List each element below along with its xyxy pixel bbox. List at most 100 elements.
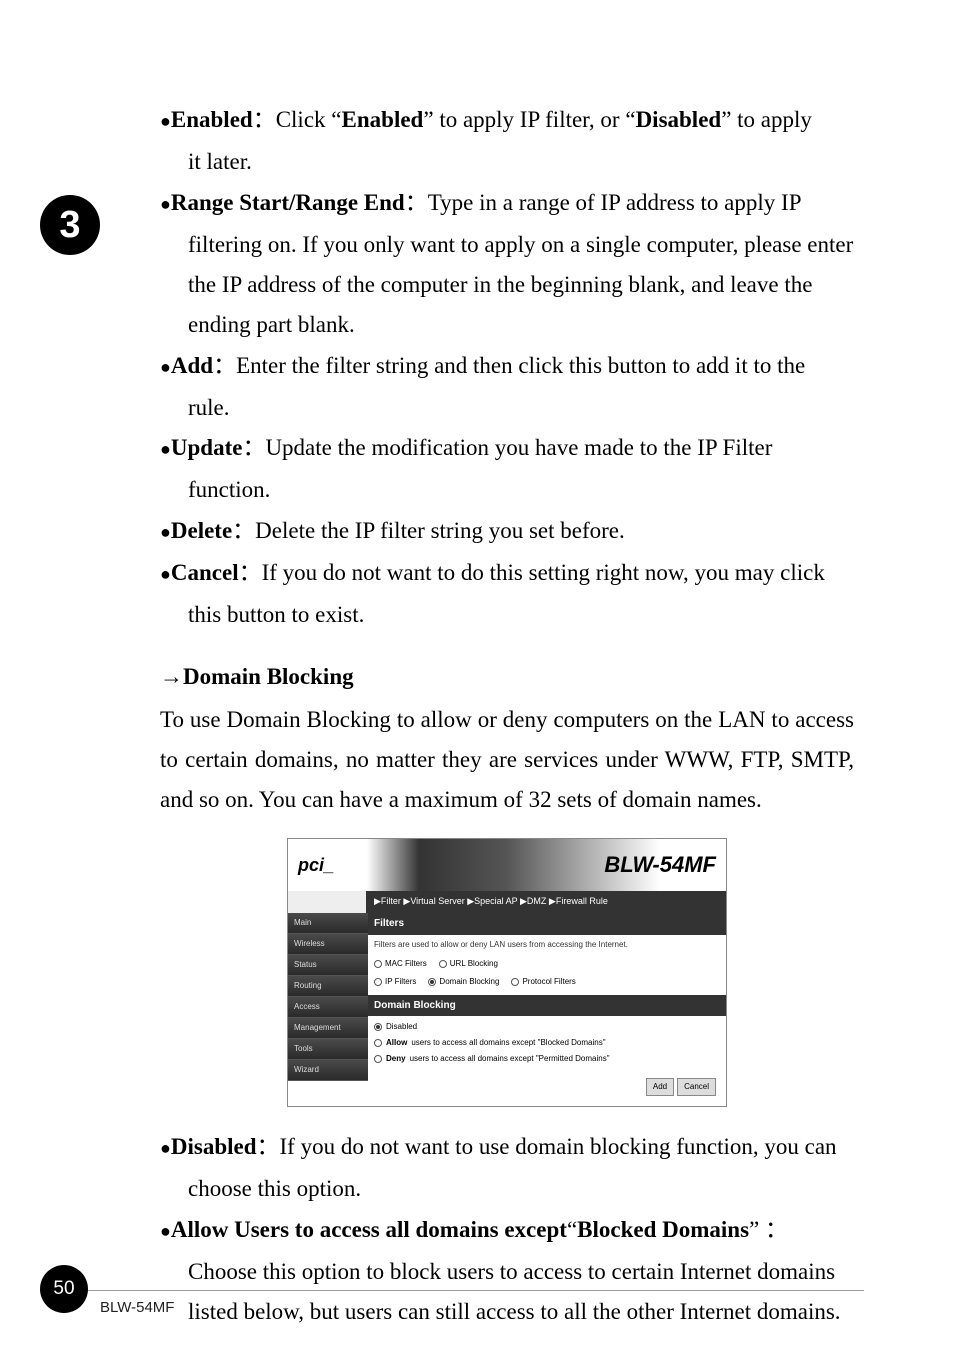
label-pre: Allow (386, 1036, 407, 1050)
page-number-badge: 50 (40, 1265, 88, 1313)
text: ：If you do not want to use domain blocki… (257, 1134, 837, 1159)
ss-radio-url[interactable]: URL Blocking (439, 957, 498, 971)
cancel-label: Cancel (171, 560, 239, 585)
bullet-disabled: ●Disabled：If you do not want to use doma… (160, 1127, 854, 1167)
label: URL Blocking (450, 957, 498, 971)
text: filtering on. If you only want to apply … (160, 225, 854, 265)
text: ：Update the modification you have made t… (242, 435, 772, 460)
label: IP Filters (385, 975, 416, 989)
page-footer: 50 (40, 1265, 88, 1313)
section-heading: Domain Blocking (183, 664, 354, 689)
ss-buttons: Add Cancel (368, 1070, 726, 1106)
ss-nav-wizard[interactable]: Wizard (288, 1060, 368, 1081)
text: function. (160, 470, 854, 510)
text: to apply (731, 107, 812, 132)
radio-icon (439, 960, 447, 968)
main-content: ●Enabled：Click “Enabled” to apply IP fil… (160, 100, 854, 1332)
label: Domain Blocking (439, 975, 499, 989)
screenshot-container: pci_ BLW-54MF ▶Filter ▶Virtual Server ▶S… (160, 838, 854, 1107)
label-pre: Deny (386, 1052, 406, 1066)
radio-icon (374, 960, 382, 968)
ss-filters-desc: Filters are used to allow or deny LAN us… (368, 935, 726, 955)
text: to apply IP filter, or (434, 107, 626, 132)
ss-radio-domain[interactable]: Domain Blocking (428, 975, 499, 989)
bullet-icon: ● (160, 564, 171, 584)
delete-label: Delete (171, 518, 232, 543)
ss-nav-wireless[interactable]: Wireless (288, 934, 368, 955)
label: Disabled (386, 1020, 417, 1034)
radio-icon (374, 1039, 382, 1047)
text: ending part blank. (160, 305, 854, 345)
label: users to access all domains except "Bloc… (411, 1036, 605, 1050)
radio-icon (428, 978, 436, 986)
ss-filters-header: Filters (368, 913, 726, 935)
chapter-badge: 3 (40, 195, 100, 255)
text: ：Delete the IP filter string you set bef… (232, 518, 625, 543)
footer-divider (88, 1290, 864, 1291)
bullet-icon: ● (160, 111, 171, 131)
allow-inner: Blocked Domains (577, 1217, 749, 1242)
text: and so on. You can have a maximum of 32 … (160, 787, 762, 812)
text: ：Click (253, 107, 332, 132)
range-label: Range Start/Range End (171, 190, 405, 215)
ss-logo: pci_ (288, 850, 358, 882)
bullet-icon: ● (160, 1138, 171, 1158)
allow-label-pre: Allow Users to access all domains except (171, 1217, 567, 1242)
bullet-range: ●Range Start/Range End：Type in a range o… (160, 183, 854, 223)
radio-icon (374, 1023, 382, 1031)
ss-nav-routing[interactable]: Routing (288, 976, 368, 997)
bullet-icon: ● (160, 357, 171, 377)
ss-nav: Main Wireless Status Routing Access Mana… (288, 913, 368, 1106)
ss-header: pci_ BLW-54MF (288, 839, 726, 891)
router-ui-screenshot: pci_ BLW-54MF ▶Filter ▶Virtual Server ▶S… (287, 838, 727, 1107)
bullet-icon: ● (160, 194, 171, 214)
bullet-icon: ● (160, 439, 171, 459)
ss-cancel-button[interactable]: Cancel (677, 1078, 716, 1096)
ss-main: Filters Filters are used to allow or den… (368, 913, 726, 1106)
bullet-delete: ●Delete：Delete the IP filter string you … (160, 511, 854, 551)
ss-add-button[interactable]: Add (646, 1078, 674, 1096)
ss-body: Main Wireless Status Routing Access Mana… (288, 913, 726, 1106)
text: listed below, but users can still access… (160, 1292, 854, 1332)
bullet-cancel: ●Cancel：If you do not want to do this se… (160, 553, 854, 593)
ss-radio-ip[interactable]: IP Filters (374, 975, 416, 989)
chapter-number: 3 (59, 204, 80, 247)
ss-blocking-header: Domain Blocking (368, 995, 726, 1017)
ss-radio-protocol[interactable]: Protocol Filters (511, 975, 575, 989)
quote-open: “ (625, 107, 635, 132)
radio-icon (511, 978, 519, 986)
ss-filter-radios-row2: IP Filters Domain Blocking Protocol Filt… (368, 973, 726, 995)
disabled-label: Disabled (171, 1134, 257, 1159)
radio-icon (374, 978, 382, 986)
footer-model: BLW-54MF (100, 1299, 174, 1316)
ss-nav-tools[interactable]: Tools (288, 1039, 368, 1060)
update-label: Update (171, 435, 243, 460)
quote-close: ” (721, 107, 731, 132)
ss-nav-status[interactable]: Status (288, 955, 368, 976)
text: this button to exist. (160, 595, 854, 635)
ss-opt-disabled[interactable]: Disabled (374, 1019, 720, 1035)
enabled-inner: Enabled (342, 107, 424, 132)
text: to certain domains, no matter they are s… (160, 747, 854, 772)
text: ：Enter the filter string and then click … (213, 353, 805, 378)
quote-open: “ (331, 107, 341, 132)
ss-nav-management[interactable]: Management (288, 1018, 368, 1039)
enabled-label: Enabled (171, 107, 253, 132)
bullet-icon: ● (160, 1221, 171, 1241)
add-label: Add (171, 353, 213, 378)
text: rule. (160, 388, 854, 428)
label: users to access all domains except "Perm… (410, 1052, 610, 1066)
text: ：If you do not want to do this setting r… (239, 560, 825, 585)
bullet-allow: ●Allow Users to access all domains excep… (160, 1210, 854, 1250)
text: choose this option. (160, 1169, 854, 1209)
ss-breadcrumb: ▶Filter ▶Virtual Server ▶Special AP ▶DMZ… (366, 891, 726, 913)
ss-radio-mac[interactable]: MAC Filters (374, 957, 427, 971)
ss-opt-deny[interactable]: Deny users to access all domains except … (374, 1051, 720, 1067)
section-paragraph: To use Domain Blocking to allow or deny … (160, 700, 854, 821)
ss-filter-radios-row1: MAC Filters URL Blocking (368, 955, 726, 973)
ss-opt-allow[interactable]: Allow users to access all domains except… (374, 1035, 720, 1051)
ss-nav-access[interactable]: Access (288, 997, 368, 1018)
ss-nav-main[interactable]: Main (288, 913, 368, 934)
ss-block-options: Disabled Allow users to access all domai… (368, 1016, 726, 1070)
disabled-inner: Disabled (636, 107, 722, 132)
